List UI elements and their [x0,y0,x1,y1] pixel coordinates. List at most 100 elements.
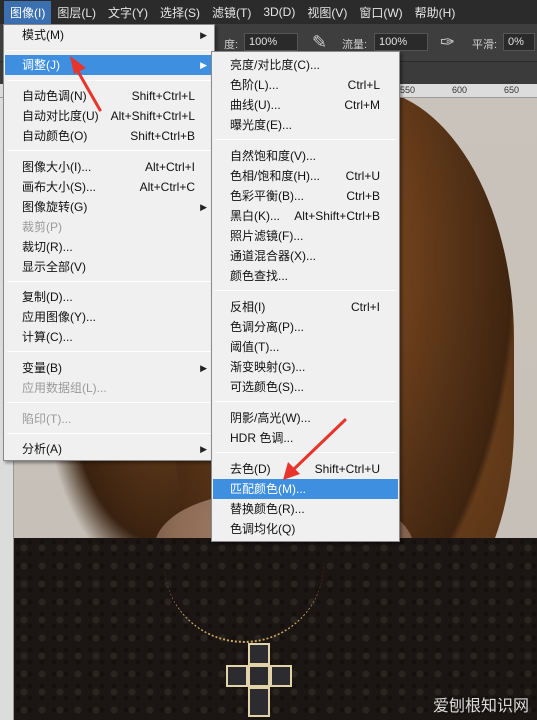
menu-item-label: 色调分离(P)... [230,320,304,334]
menu-window[interactable]: 窗口(W) [353,1,408,24]
menu-item-duplicate[interactable]: 复制(D)... [5,287,213,307]
menu-item-label: 显示全部(V) [22,260,86,274]
menu-separator [215,401,396,402]
menu-item-photo-filter[interactable]: 照片滤镜(F)... [213,226,398,246]
flow-field[interactable]: 100% [374,33,428,51]
menu-type[interactable]: 文字(Y) [102,1,154,24]
menu-item-auto-contrast[interactable]: 自动对比度(U) Alt+Shift+Ctrl+L [5,106,213,126]
menu-item-label: 色彩平衡(B)... [230,189,304,203]
menu-item-shortcut: Ctrl+M [344,98,380,112]
menu-item-brightness-contrast[interactable]: 亮度/对比度(C)... [213,55,398,75]
menu-item-exposure[interactable]: 曝光度(E)... [213,115,398,135]
menu-item-reveal-all[interactable]: 显示全部(V) [5,257,213,277]
ruler-tick: 550 [400,85,416,95]
menu-item-shortcut: Ctrl+L [347,78,380,92]
submenu-arrow-icon: ▶ [200,202,207,212]
menu-item-label: 自然饱和度(V)... [230,149,316,163]
menu-item-analysis[interactable]: 分析(A) ▶ [5,439,213,459]
menu-item-label: 调整(J) [22,58,60,72]
menu-item-gradient-map[interactable]: 渐变映射(G)... [213,357,398,377]
opacity-field[interactable]: 100% [244,33,298,51]
menu-item-label: 匹配颜色(M)... [230,482,306,496]
menu-item-canvas-size[interactable]: 画布大小(S)... Alt+Ctrl+C [5,177,213,197]
airbrush-icon[interactable]: ✎ [312,32,327,53]
menu-item-invert[interactable]: 反相(I) Ctrl+I [213,297,398,317]
menu-item-label: 分析(A) [22,442,62,456]
menu-item-label: 色阶(L)... [230,78,279,92]
submenu-arrow-icon: ▶ [200,30,207,40]
menu-item-image-size[interactable]: 图像大小(I)... Alt+Ctrl+I [5,157,213,177]
menu-item-hue-saturation[interactable]: 色相/饱和度(H)... Ctrl+U [213,166,398,186]
menu-item-label: 阈值(T)... [230,340,280,354]
menu-item-shortcut: Ctrl+I [350,300,380,314]
submenu-arrow-icon: ▶ [200,60,207,70]
menu-item-label: 自动颜色(O) [22,129,88,143]
menu-item-levels[interactable]: 色阶(L)... Ctrl+L [213,75,398,95]
menu-item-variables[interactable]: 变量(B) ▶ [5,358,213,378]
menu-item-hdr-toning[interactable]: HDR 色调... [213,428,398,448]
menu-item-shortcut: Alt+Ctrl+C [139,180,195,194]
menu-item-shortcut: Shift+Ctrl+L [131,89,195,103]
menu-item-label: 去色(D) [230,462,271,476]
menu-separator [7,402,211,403]
menu-item-apply-image[interactable]: 应用图像(Y)... [5,307,213,327]
menu-item-posterize[interactable]: 色调分离(P)... [213,317,398,337]
submenu-arrow-icon: ▶ [200,444,207,454]
menu-item-shadows-highlights[interactable]: 阴影/高光(W)... [213,408,398,428]
menu-item-color-balance[interactable]: 色彩平衡(B)... Ctrl+B [213,186,398,206]
ruler-tick: 600 [452,85,468,95]
menu-separator [7,80,211,81]
menu-select[interactable]: 选择(S) [154,1,206,24]
menu-separator [215,139,396,140]
menu-item-label: 曝光度(E)... [230,118,292,132]
menu-item-match-color[interactable]: 匹配颜色(M)... [213,479,398,499]
menu-item-calculations[interactable]: 计算(C)... [5,327,213,347]
menu-item-color-lookup[interactable]: 颜色查找... [213,266,398,286]
menu-item-label: 裁切(R)... [22,240,73,254]
ruler-tick: 650 [504,85,520,95]
menu-item-trim[interactable]: 裁切(R)... [5,237,213,257]
menu-item-shortcut: Alt+Shift+Ctrl+B [294,209,380,223]
menu-item-auto-tone[interactable]: 自动色调(N) Shift+Ctrl+L [5,86,213,106]
menu-item-vibrance[interactable]: 自然饱和度(V)... [213,146,398,166]
menu-item-mode[interactable]: 模式(M) ▶ [5,25,213,45]
menu-item-image-rotation[interactable]: 图像旋转(G) ▶ [5,197,213,217]
menu-item-shortcut: Ctrl+U [345,169,380,183]
smoothing-field[interactable]: 0% [503,33,535,51]
menu-item-curves[interactable]: 曲线(U)... Ctrl+M [213,95,398,115]
smoothing-label: 平滑: [472,39,498,51]
menu-item-channel-mixer[interactable]: 通道混合器(X)... [213,246,398,266]
menu-item-label: 模式(M) [22,28,64,42]
menu-layer[interactable]: 图层(L) [51,1,102,24]
menu-item-adjustments[interactable]: 调整(J) ▶ [5,55,213,75]
menu-item-desaturate[interactable]: 去色(D) Shift+Ctrl+U [213,459,398,479]
photo-cross-pendant [224,643,294,720]
menu-item-label: 亮度/对比度(C)... [230,58,320,72]
menu-item-auto-color[interactable]: 自动颜色(O) Shift+Ctrl+B [5,126,213,146]
menu-image[interactable]: 图像(I) [4,0,52,24]
menu-item-shortcut: Shift+Ctrl+B [130,129,195,143]
menu-item-replace-color[interactable]: 替换颜色(R)... [213,499,398,519]
menu-item-selective-color[interactable]: 可选颜色(S)... [213,377,398,397]
menu-item-label: 画布大小(S)... [22,180,96,194]
menu-help[interactable]: 帮助(H) [409,1,462,24]
menu-item-label: 复制(D)... [22,290,73,304]
menu-filter[interactable]: 滤镜(T) [206,1,257,24]
menu-item-label: 渐变映射(G)... [230,360,306,374]
menu-item-equalize[interactable]: 色调均化(Q) [213,519,398,539]
submenu-arrow-icon: ▶ [200,363,207,373]
menu-item-label: 变量(B) [22,361,62,375]
menu-separator [7,50,211,51]
menu-item-label: 通道混合器(X)... [230,249,316,263]
menu-item-label: HDR 色调... [230,431,294,445]
menu-item-label: 应用图像(Y)... [22,310,96,324]
menu-item-trap: 陷印(T)... [5,409,213,429]
menu-3d[interactable]: 3D(D) [257,2,301,22]
adjustments-submenu: 亮度/对比度(C)... 色阶(L)... Ctrl+L 曲线(U)... Ctrl… [211,51,400,542]
menu-item-threshold[interactable]: 阈值(T)... [213,337,398,357]
menu-view[interactable]: 视图(V) [301,1,353,24]
menu-item-black-white[interactable]: 黑白(K)... Alt+Shift+Ctrl+B [213,206,398,226]
menu-item-apply-data-set: 应用数据组(L)... [5,378,213,398]
menu-item-label: 色相/饱和度(H)... [230,169,320,183]
smoothing-brush-icon[interactable]: ✑ [440,32,455,53]
